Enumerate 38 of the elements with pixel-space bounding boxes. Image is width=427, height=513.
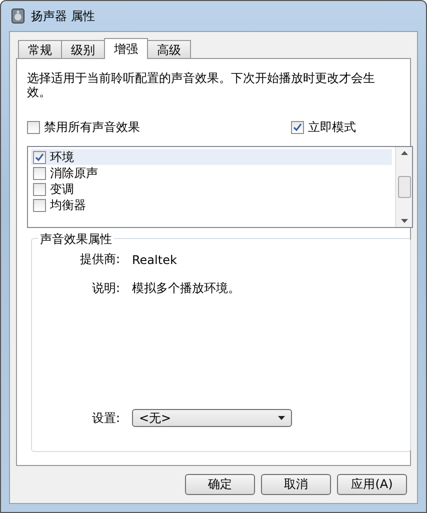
dropdown-arrow-icon	[278, 416, 285, 420]
list-item-label: 变调	[50, 180, 74, 198]
list-item[interactable]: 变调	[31, 181, 392, 197]
dialog-button[interactable]: 取消	[261, 474, 331, 495]
group-title: 声音效果属性	[38, 231, 114, 248]
checkbox[interactable]	[33, 198, 46, 212]
checkbox[interactable]	[33, 166, 46, 180]
scroll-thumb[interactable]	[398, 176, 410, 198]
dialog-button[interactable]: 确定	[185, 474, 255, 495]
field-label: 设置:	[92, 410, 120, 426]
up-arrow-icon[interactable]	[400, 151, 408, 155]
setting-dropdown[interactable]: <无>	[132, 409, 292, 427]
scrollbar[interactable]	[395, 147, 412, 227]
list-item-label: 环境	[50, 148, 74, 166]
down-arrow-icon[interactable]	[400, 219, 408, 223]
tab[interactable]: 高级	[147, 40, 191, 58]
description-value: 模拟多个播放环境。	[132, 280, 241, 297]
list-item[interactable]: 均衡器	[31, 197, 392, 213]
checkbox-label: 禁用所有声音效果	[44, 119, 140, 136]
checkbox[interactable]	[33, 182, 46, 196]
window-title: 扬声器 属性	[31, 8, 95, 24]
checkbox-label: 立即模式	[308, 119, 356, 136]
field-label: 提供商:	[80, 251, 120, 268]
speaker-icon	[11, 8, 25, 24]
checkbox[interactable]	[291, 121, 304, 134]
description-text: 选择适用于当前聆听配置的声音效果。下次开始播放时更改才会生效。	[27, 71, 376, 99]
tab[interactable]: 常规	[18, 40, 62, 58]
tab[interactable]: 增强	[104, 38, 148, 59]
list-item-label: 均衡器	[50, 196, 86, 214]
dialog-button[interactable]: 应用(A)	[337, 474, 407, 495]
checkbox[interactable]	[27, 121, 40, 134]
list-item-label: 消除原声	[50, 164, 98, 182]
checkbox[interactable]	[33, 150, 46, 164]
provider-value: Realtek	[132, 252, 178, 266]
list-item[interactable]: 环境	[31, 149, 392, 165]
field-label: 说明:	[92, 280, 120, 297]
tab[interactable]: 级别	[61, 40, 105, 58]
list-item[interactable]: 消除原声	[31, 165, 392, 181]
